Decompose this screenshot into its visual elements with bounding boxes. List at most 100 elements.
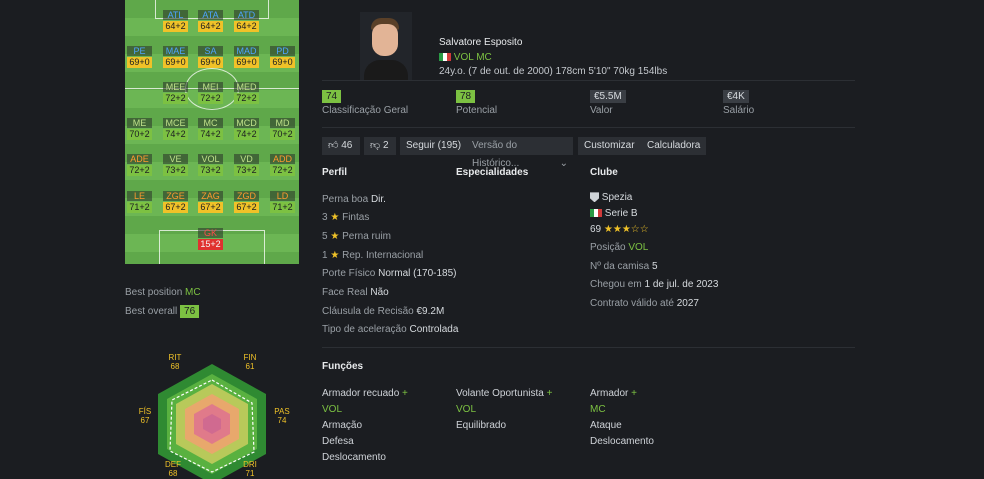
position-cell-ade[interactable]: ADE 72+2 [127, 154, 152, 176]
follow-button[interactable]: Seguir (195) [400, 137, 468, 155]
stat-potential-label: Potencial [456, 105, 498, 116]
position-rating: 69+0 [270, 57, 295, 68]
position-cell-atl[interactable]: ATL 64+2 [163, 10, 188, 32]
position-cell-pe[interactable]: PE 69+0 [127, 46, 152, 68]
body-type: Porte Físico Normal (170-185) [322, 268, 457, 279]
position-code: MC [198, 118, 223, 128]
position-pitch: ATL 64+2 ATA 64+2 ATD 64+2 PE 69+0 MAE 69+0 SA 69+0… [125, 0, 299, 264]
acceleration-type: Tipo de aceleração Controlada [322, 324, 459, 335]
position-rating: 70+2 [127, 129, 152, 140]
calculator-button[interactable]: Calculadora [641, 137, 707, 155]
position-cell-ve[interactable]: VE 73+2 [163, 154, 188, 176]
position-code: ME [127, 118, 152, 128]
position-cell-me[interactable]: ME 70+2 [127, 118, 152, 140]
stat-potential: 78 Potencial [456, 90, 497, 116]
position-cell-mce[interactable]: MCE 74+2 [163, 118, 188, 140]
position-cell-mcd[interactable]: MCD 74+2 [234, 118, 259, 140]
best-overall: Best overall 76 [125, 305, 200, 318]
position-rating: 67+2 [234, 202, 259, 213]
position-rating: 15+2 [198, 239, 223, 250]
position-code: MD [270, 118, 295, 128]
position-cell-mc[interactable]: MC 74+2 [198, 118, 223, 140]
skill-moves: 3 ★ Fintas [322, 212, 370, 223]
position-rating: 64+2 [234, 21, 259, 32]
radar-pas: PAS 74 [274, 407, 290, 425]
position-cell-vd[interactable]: VD 73+2 [234, 154, 259, 176]
league-row[interactable]: Serie B [590, 208, 638, 219]
position-rating: 72+2 [163, 93, 188, 104]
position-cell-sa[interactable]: SA 69+0 [198, 46, 223, 68]
divider [322, 347, 855, 348]
history-version-select[interactable]: Versão do Histórico... ⌄ [466, 137, 573, 169]
radar-dri: DRI 71 [243, 460, 257, 478]
radar-def: DEF 68 [165, 460, 181, 478]
position-cell-mae[interactable]: MAE 69+0 [163, 46, 188, 68]
position-cell-ata[interactable]: ATA 64+2 [198, 10, 223, 32]
stat-potential-value: 78 [456, 90, 476, 103]
thumbs-down-icon: 👎︎ [370, 140, 381, 151]
position-rating: 64+2 [163, 21, 188, 32]
position-rating: 69+0 [234, 57, 259, 68]
stat-salary-label: Salário [723, 105, 755, 116]
position-cell-gk[interactable]: GK 15+2 [198, 228, 223, 250]
profile-heading: Perfil [322, 167, 348, 178]
position-cell-atd[interactable]: ATD 64+2 [234, 10, 259, 32]
position-cell-zge[interactable]: ZGE 67+2 [163, 191, 188, 213]
contract-until: Contrato válido até 2027 [590, 298, 699, 309]
position-code: GK [198, 228, 223, 238]
league-name: Serie B [604, 208, 638, 219]
position-cell-le[interactable]: LE 71+2 [127, 191, 152, 213]
player-info: 24y.o. (7 de out. de 2000) 178cm 5'10" 7… [439, 66, 668, 77]
position-code: ADE [127, 154, 152, 164]
position-cell-mei[interactable]: MEI 72+2 [198, 82, 223, 104]
position-rating: 73+2 [198, 165, 223, 176]
position-cell-md[interactable]: MD 70+2 [270, 118, 295, 140]
position-rating: 72+2 [127, 165, 152, 176]
best-position-label: Best position [125, 287, 183, 298]
release-clause: Cláusula de Recisão €9.2M [322, 306, 445, 317]
divider [322, 127, 855, 128]
position-rating: 74+2 [234, 129, 259, 140]
position-cell-add[interactable]: ADD 72+2 [270, 154, 295, 176]
stat-salary-value: €4K [723, 90, 749, 103]
international-rep: 1 ★ Rep. Internacional [322, 250, 424, 261]
position-rating: 73+2 [234, 165, 259, 176]
position-cell-med[interactable]: MED 72+2 [234, 82, 259, 104]
best-position-value: MC [185, 287, 201, 298]
club-name-row[interactable]: Spezia [590, 192, 632, 203]
stat-overall-label: Classificação Geral [322, 105, 409, 116]
position-code: LD [270, 191, 295, 201]
role-volante-oportunista: Volante Oportunista + VOL Equilibrado [456, 388, 553, 431]
position-code: MCD [234, 118, 259, 128]
position-code: ATA [198, 10, 223, 20]
position-rating: 72+2 [234, 93, 259, 104]
position-cell-zag[interactable]: ZAG 67+2 [198, 191, 223, 213]
position-cell-pd[interactable]: PD 69+0 [270, 46, 295, 68]
position-cell-mad[interactable]: MAD 69+0 [234, 46, 259, 68]
club-rating: 69 ★★★☆☆ [590, 224, 649, 235]
like-button[interactable]: 👍︎ 46 [322, 137, 360, 155]
position-rating: 72+2 [198, 93, 223, 104]
club-name: Spezia [601, 192, 633, 203]
position-rating: 71+2 [270, 202, 295, 213]
position-code: SA [198, 46, 223, 56]
italy-flag-icon [590, 209, 602, 218]
role-armador-recuado: Armador recuado + VOL Armação Defesa Des… [322, 388, 408, 463]
customize-button[interactable]: Customizar [578, 137, 641, 155]
position-code: PD [270, 46, 295, 56]
divider [322, 80, 855, 81]
position-code: VE [163, 154, 188, 164]
stat-salary: €4K Salário [723, 90, 754, 116]
position-rating: 72+2 [270, 165, 295, 176]
player-positions: VOL MC [453, 52, 492, 63]
preferred-foot: Perna boa Dir. [322, 194, 386, 205]
position-cell-mee[interactable]: MEE 72+2 [163, 82, 188, 104]
player-positions-row: VOL MC [439, 52, 492, 63]
best-overall-value: 76 [180, 305, 200, 318]
position-cell-zgd[interactable]: ZGD 67+2 [234, 191, 259, 213]
position-cell-vol[interactable]: VOL 73+2 [198, 154, 223, 176]
position-cell-ld[interactable]: LD 71+2 [270, 191, 295, 213]
dislike-button[interactable]: 👎︎ 2 [364, 137, 396, 155]
specialties-heading: Especialidades [456, 167, 529, 178]
real-face: Face Real Não [322, 287, 389, 298]
